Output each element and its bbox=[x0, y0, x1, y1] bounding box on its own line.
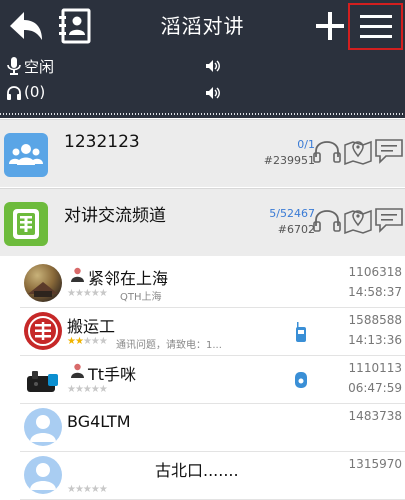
mic-status-row: 空闲 bbox=[0, 54, 405, 78]
menu-button[interactable] bbox=[348, 3, 403, 50]
channel-id: #6702 bbox=[277, 223, 315, 236]
contact-id: 1106318 bbox=[348, 265, 402, 279]
headphones-icon[interactable] bbox=[312, 137, 342, 165]
plus-icon[interactable] bbox=[312, 8, 348, 44]
contact-time: 14:13:36 bbox=[348, 333, 402, 347]
rating-stars: ★★★★★ bbox=[67, 484, 108, 495]
headphones-icon[interactable] bbox=[312, 206, 342, 234]
contact-name: 搬运工 bbox=[67, 317, 116, 336]
speaker-icon[interactable] bbox=[205, 59, 221, 73]
app-title: 滔滔对讲 bbox=[160, 14, 245, 38]
channel-item[interactable]: 1232123 0/1 #239951 bbox=[0, 119, 405, 187]
chat-bubble-icon[interactable] bbox=[374, 206, 404, 234]
listener-count: (0) bbox=[24, 83, 46, 101]
avatar bbox=[24, 312, 62, 350]
channel-item[interactable]: 对讲交流频道 5/52467 #6702 bbox=[0, 188, 405, 256]
hamburger-menu-icon bbox=[360, 15, 392, 38]
app-root: 滔滔对讲 空闲 (0) 1232123 0/1 #239951 对讲交流频道 5… bbox=[0, 0, 405, 500]
contact-item[interactable]: BG4LTM 1483738 bbox=[20, 404, 405, 452]
contact-name: 古北口....... bbox=[155, 461, 239, 480]
contact-name: 紧邻在上海 bbox=[88, 269, 169, 288]
contact-name: BG4LTM bbox=[67, 412, 131, 431]
rating-stars: ★★★★★ bbox=[67, 288, 108, 299]
map-pin-icon[interactable] bbox=[343, 137, 373, 165]
walkie-talkie-icon bbox=[296, 322, 306, 342]
contact-item[interactable]: 古北口....... ★★★★★ 1315970 bbox=[20, 452, 405, 500]
speaker-icon[interactable] bbox=[205, 86, 221, 100]
headphones-icon bbox=[7, 86, 21, 100]
default-avatar-icon bbox=[24, 456, 62, 494]
contact-time: 14:58:37 bbox=[348, 285, 402, 299]
person-icon bbox=[71, 267, 84, 282]
channel-logo-icon bbox=[4, 202, 48, 246]
top-bar: 滔滔对讲 bbox=[0, 0, 405, 52]
contact-id: 1483738 bbox=[348, 409, 402, 423]
map-pin-icon[interactable] bbox=[343, 206, 373, 234]
mic-status-label: 空闲 bbox=[24, 58, 55, 76]
channel-id: #239951 bbox=[263, 154, 315, 167]
avatar bbox=[24, 360, 62, 398]
contact-item[interactable]: 搬运工 ★★★★★ 通讯问题，请致电：1... 1588588 14:13:36 bbox=[20, 308, 405, 356]
back-arrow-icon[interactable] bbox=[6, 6, 46, 46]
contacts-book-icon[interactable] bbox=[58, 8, 92, 44]
rating-stars: ★★★★★ bbox=[67, 336, 108, 347]
default-avatar-icon bbox=[24, 408, 62, 446]
contact-note: QTH上海 bbox=[120, 292, 162, 303]
contact-id: 1315970 bbox=[348, 457, 402, 471]
device-icon bbox=[295, 372, 307, 388]
contact-name: Tt手咪 bbox=[88, 365, 137, 384]
listener-status-row: (0) bbox=[0, 81, 405, 105]
chat-bubble-icon[interactable] bbox=[374, 137, 404, 165]
contact-time: 06:47:59 bbox=[348, 381, 402, 395]
channel-member-count: 5/52467 bbox=[269, 207, 315, 220]
contact-note: 通讯问题，请致电：1... bbox=[116, 340, 222, 351]
microphone-icon bbox=[7, 57, 21, 75]
group-icon bbox=[4, 133, 48, 177]
channel-name: 对讲交流频道 bbox=[64, 206, 166, 226]
status-panel: 空闲 (0) bbox=[0, 52, 405, 118]
contact-item[interactable]: 紧邻在上海 ★★★★★ QTH上海 1106318 14:58:37 bbox=[20, 260, 405, 308]
person-icon bbox=[71, 363, 84, 378]
channel-name: 1232123 bbox=[64, 132, 140, 152]
contact-id: 1588588 bbox=[348, 313, 402, 327]
contact-id: 1110113 bbox=[348, 361, 402, 375]
avatar bbox=[24, 264, 62, 302]
rating-stars: ★★★★★ bbox=[67, 384, 108, 395]
dotted-divider bbox=[0, 113, 405, 115]
contact-item[interactable]: Tt手咪 ★★★★★ 1110113 06:47:59 bbox=[20, 356, 405, 404]
